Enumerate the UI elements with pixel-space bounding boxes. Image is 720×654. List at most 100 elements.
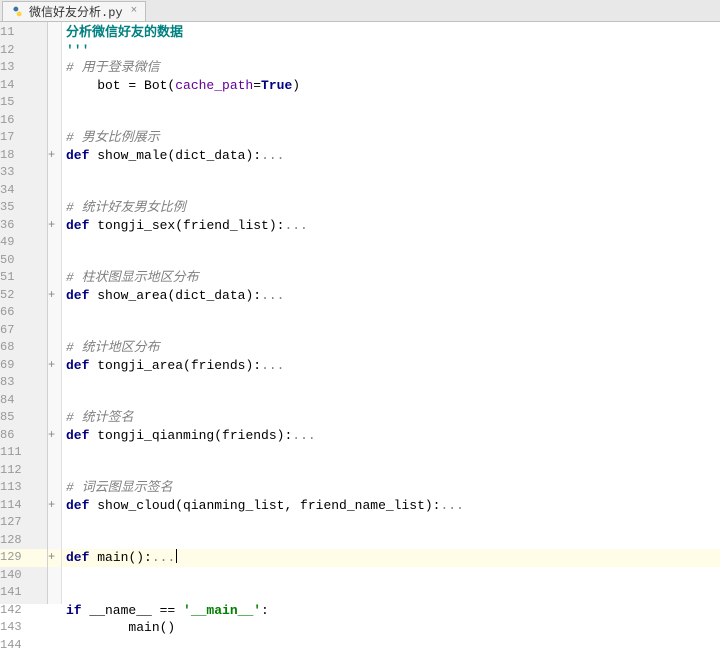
line-number: 86 [0,427,47,445]
code-line[interactable]: # 统计地区分布 [62,339,720,357]
fold-placeholder [48,567,61,585]
code-line[interactable] [62,462,720,480]
line-number: 49 [0,234,47,252]
line-number: 12 [0,42,47,60]
fold-placeholder [48,94,61,112]
line-number: 127 [0,514,47,532]
fold-placeholder [48,24,61,42]
code-line[interactable]: def main():... [62,549,720,567]
code-line[interactable] [62,374,720,392]
code-line[interactable]: # 男女比例展示 [62,129,720,147]
code-line[interactable] [62,392,720,410]
fold-placeholder [48,409,61,427]
line-number: 36 [0,217,47,235]
fold-gutter: + + + + + + + [48,22,62,604]
tab-bar: 微信好友分析.py × [0,0,720,22]
code-line[interactable]: # 统计好友男女比例 [62,199,720,217]
fold-placeholder [48,514,61,532]
code-line[interactable]: if __name__ == '__main__': [62,602,720,620]
line-number: 111 [0,444,47,462]
fold-placeholder [48,182,61,200]
fold-placeholder [48,304,61,322]
code-line[interactable]: def show_area(dict_data):... [62,287,720,305]
fold-expand-icon[interactable]: + [48,217,61,235]
code-line[interactable] [62,514,720,532]
code-line[interactable]: # 统计签名 [62,409,720,427]
code-line[interactable]: bot = Bot(cache_path=True) [62,77,720,95]
line-number: 51 [0,269,47,287]
fold-placeholder [48,532,61,550]
line-number: 50 [0,252,47,270]
fold-placeholder [48,584,61,602]
line-number: 66 [0,304,47,322]
fold-expand-icon[interactable]: + [48,147,61,165]
fold-placeholder [48,42,61,60]
line-number: 113 [0,479,47,497]
code-line[interactable] [62,444,720,462]
line-number: 15 [0,94,47,112]
fold-placeholder [48,444,61,462]
line-number: 68 [0,339,47,357]
code-line[interactable] [62,322,720,340]
line-number: 67 [0,322,47,340]
fold-placeholder [48,637,61,654]
code-line[interactable] [62,182,720,200]
fold-expand-icon[interactable]: + [48,287,61,305]
code-line[interactable] [62,164,720,182]
fold-expand-icon[interactable]: + [48,357,61,375]
code-editor[interactable]: 1112131415161718333435364950515266676869… [0,22,720,604]
fold-placeholder [48,199,61,217]
fold-expand-icon[interactable]: + [48,497,61,515]
line-number: 69 [0,357,47,375]
line-number: 16 [0,112,47,130]
fold-placeholder [48,462,61,480]
code-line[interactable] [62,112,720,130]
code-line[interactable] [62,584,720,602]
code-line[interactable] [62,304,720,322]
code-area[interactable]: 分析微信好友的数据 ''' # 用于登录微信 bot = Bot(cache_p… [62,22,720,604]
line-number: 84 [0,392,47,410]
line-number: 33 [0,164,47,182]
file-tab[interactable]: 微信好友分析.py × [2,1,146,21]
code-line[interactable]: ''' [62,42,720,60]
fold-placeholder [48,339,61,357]
code-line[interactable]: def tongji_qianming(friends):... [62,427,720,445]
line-number: 34 [0,182,47,200]
code-line[interactable] [62,637,720,654]
line-number: 13 [0,59,47,77]
line-number: 140 [0,567,47,585]
code-line[interactable]: # 用于登录微信 [62,59,720,77]
code-line[interactable]: main() [62,619,720,637]
line-number: 35 [0,199,47,217]
close-icon[interactable]: × [131,5,138,17]
python-file-icon [11,5,24,18]
code-line[interactable]: # 词云图显示签名 [62,479,720,497]
code-line[interactable]: def tongji_area(friends):... [62,357,720,375]
code-line[interactable]: 分析微信好友的数据 [62,24,720,42]
code-line[interactable] [62,252,720,270]
code-line[interactable] [62,94,720,112]
line-number: 83 [0,374,47,392]
code-line[interactable]: # 柱状图显示地区分布 [62,269,720,287]
line-number: 17 [0,129,47,147]
fold-placeholder [48,164,61,182]
line-number: 129 [0,549,47,567]
fold-placeholder [48,374,61,392]
fold-placeholder [48,59,61,77]
code-line[interactable] [62,532,720,550]
line-number: 112 [0,462,47,480]
fold-placeholder [48,479,61,497]
fold-expand-icon[interactable]: + [48,427,61,445]
code-line[interactable] [62,234,720,252]
fold-placeholder [48,112,61,130]
line-number: 143 [0,619,47,637]
fold-placeholder [48,252,61,270]
fold-expand-icon[interactable]: + [48,549,61,567]
code-line[interactable]: def show_male(dict_data):... [62,147,720,165]
code-line[interactable] [62,567,720,585]
code-line[interactable]: def show_cloud(qianming_list, friend_nam… [62,497,720,515]
fold-placeholder [48,269,61,287]
fold-placeholder [48,602,61,620]
fold-placeholder [48,129,61,147]
code-line[interactable]: def tongji_sex(friend_list):... [62,217,720,235]
